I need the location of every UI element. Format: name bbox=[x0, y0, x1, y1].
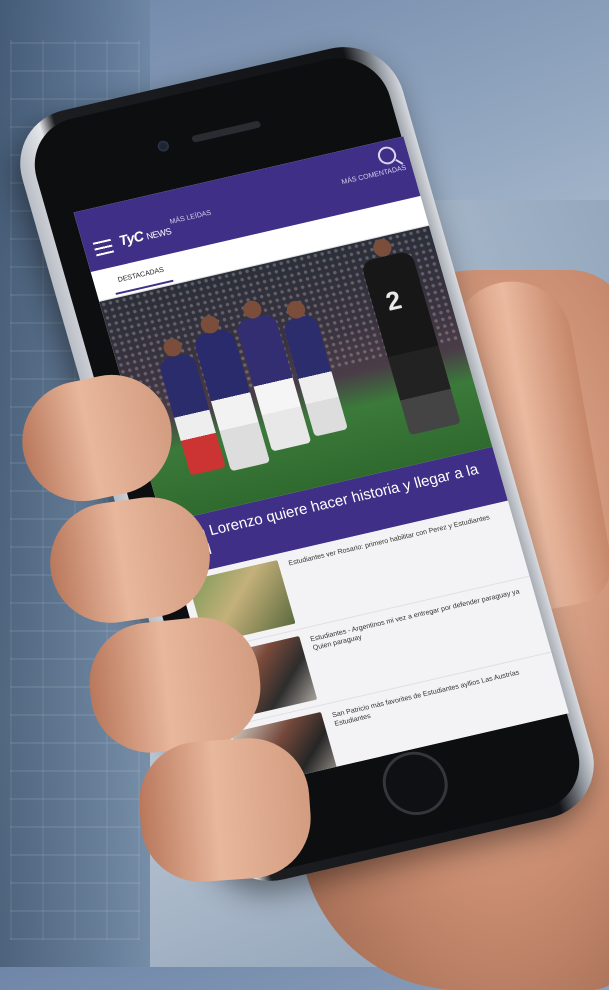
logo-sub: NEWS bbox=[145, 226, 173, 242]
finger bbox=[135, 734, 315, 886]
tab-mas-comentadas[interactable]: MÁS COMENTADAS bbox=[341, 165, 407, 187]
earpiece-speaker bbox=[191, 120, 262, 143]
home-button[interactable] bbox=[375, 745, 456, 822]
app-logo: TyCNEWS bbox=[117, 221, 173, 248]
tab-mas-leidas[interactable]: MÁS LEÍDAS bbox=[169, 210, 212, 226]
logo-text: TyC bbox=[117, 227, 146, 249]
menu-icon[interactable] bbox=[92, 238, 115, 257]
search-icon[interactable] bbox=[375, 144, 399, 167]
front-camera bbox=[156, 139, 171, 153]
